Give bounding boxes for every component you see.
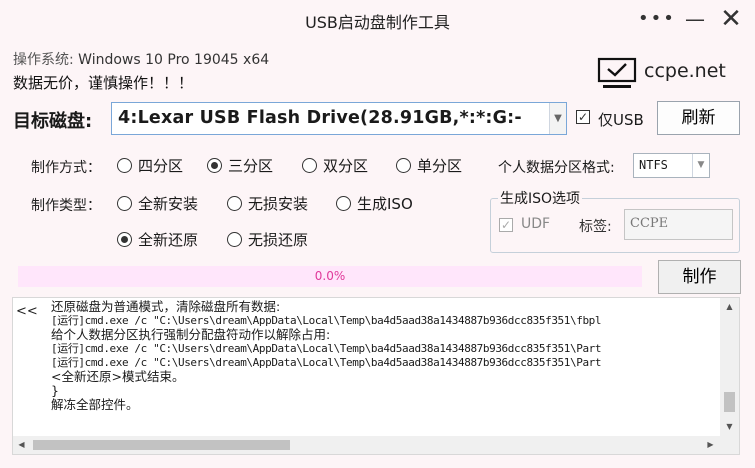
type-option-generate-iso[interactable]: 生成ISO — [336, 193, 413, 214]
log-line: <全新还原>模式结束。 — [51, 370, 185, 384]
refresh-button[interactable]: 刷新 — [657, 101, 740, 135]
usb-only-checkbox[interactable]: ✓ — [576, 110, 590, 124]
type-option-fresh-restore[interactable]: 全新还原 — [117, 229, 198, 250]
type-option-fresh-install[interactable]: 全新安装 — [117, 193, 198, 214]
radio-icon[interactable] — [336, 196, 351, 211]
radio-icon[interactable] — [117, 196, 132, 211]
log-area[interactable]: << 还原磁盘为普通模式，清除磁盘所有数据: [运行]cmd.exe /c "C:… — [12, 297, 740, 455]
iso-options-legend: 生成ISO选项 — [498, 188, 583, 208]
monitor-check-icon — [597, 57, 637, 88]
radio-selected-icon[interactable] — [117, 232, 132, 247]
radio-icon[interactable] — [302, 158, 317, 173]
target-disk-select[interactable]: 4:Lexar USB Flash Drive(28.91GB,*:*:G:- … — [111, 102, 567, 135]
type-label: 制作类型： — [31, 198, 101, 214]
mode-option-1part[interactable]: 单分区 — [396, 155, 462, 176]
mode-option-label: 双分区 — [323, 157, 369, 175]
log-line: [运行]cmd.exe /c "C:\Users\dream\AppData\L… — [51, 314, 602, 327]
radio-selected-icon[interactable] — [207, 158, 222, 173]
type-option-label: 全新安装 — [138, 195, 199, 213]
os-info: 操作系统: Windows 10 Pro 19045 x64 — [13, 49, 269, 69]
scroll-down-icon[interactable]: ▼ — [720, 418, 739, 435]
progress-text: 0.0% — [314, 269, 346, 283]
chevron-down-icon[interactable]: ▼ — [549, 103, 566, 134]
horizontal-scroll-thumb[interactable] — [33, 440, 290, 450]
title-bar[interactable]: USB启动盘制作工具 ••• — ✕ — [0, 0, 755, 40]
mode-option-label: 四分区 — [138, 157, 184, 175]
fs-value: NTFS — [639, 158, 668, 172]
make-button[interactable]: 制作 — [658, 260, 741, 294]
type-option-label: 无损安装 — [248, 195, 309, 213]
log-line: 给个人数据分区执行强制分配盘符动作以解除占用: — [51, 328, 331, 342]
radio-icon[interactable] — [227, 232, 242, 247]
os-value: Windows 10 Pro 19045 x64 — [78, 52, 270, 68]
log-line: } — [51, 384, 59, 398]
type-option-label: 生成ISO — [357, 195, 413, 213]
tag-label: 标签: — [579, 219, 612, 235]
mode-option-label: 三分区 — [228, 157, 274, 175]
scroll-up-icon[interactable]: ▲ — [720, 298, 739, 315]
log-line: [运行]cmd.exe /c "C:\Users\dream\AppData\L… — [51, 356, 602, 369]
log-lines: 还原磁盘为普通模式，清除磁盘所有数据: [运行]cmd.exe /c "C:\Us… — [51, 300, 721, 412]
radio-icon[interactable] — [117, 158, 132, 173]
fs-label: 个人数据分区格式: — [498, 160, 615, 176]
mode-option-2part[interactable]: 双分区 — [302, 155, 368, 176]
vertical-scroll-thumb[interactable] — [724, 392, 735, 412]
log-line: 解冻全部控件。 — [51, 398, 139, 412]
os-label: 操作系统: — [13, 52, 74, 68]
mode-option-label: 单分区 — [417, 157, 463, 175]
type-option-label: 无损还原 — [248, 231, 309, 249]
horizontal-scrollbar[interactable]: ◀ ▶ — [13, 436, 739, 454]
udf-label: UDF — [521, 216, 551, 232]
fs-select[interactable]: NTFS ▼ — [633, 153, 710, 178]
radio-icon[interactable] — [227, 196, 242, 211]
tag-input[interactable]: CCPE — [624, 209, 733, 240]
target-disk-label: 目标磁盘: — [13, 111, 93, 132]
usb-only-label[interactable]: 仅USB — [598, 109, 644, 130]
target-disk-value: 4:Lexar USB Flash Drive(28.91GB,*:*:G:- — [118, 108, 522, 128]
type-option-lossless-restore[interactable]: 无损还原 — [227, 229, 308, 250]
vertical-scrollbar[interactable]: ▲ ▼ — [720, 298, 739, 436]
scroll-left-icon[interactable]: ◀ — [13, 436, 30, 454]
warning-text: 数据无价，谨慎操作！！！ — [13, 74, 194, 92]
tag-value: CCPE — [630, 216, 669, 231]
type-option-label: 全新还原 — [138, 231, 199, 249]
type-option-lossless-install[interactable]: 无损安装 — [227, 193, 308, 214]
chevron-down-icon[interactable]: ▼ — [692, 154, 709, 177]
udf-checkbox[interactable]: ✓ — [499, 218, 513, 232]
more-dots-icon[interactable]: ••• — [638, 4, 674, 34]
radio-icon[interactable] — [396, 158, 411, 173]
progress-bar: 0.0% — [18, 266, 642, 287]
close-icon[interactable]: ✕ — [714, 4, 748, 34]
mode-option-3part[interactable]: 三分区 — [207, 155, 273, 176]
log-line: 还原磁盘为普通模式，清除磁盘所有数据: — [51, 300, 281, 314]
minimize-icon[interactable]: — — [678, 4, 712, 34]
logo-text: ccpe.net — [644, 60, 726, 82]
scroll-right-icon[interactable]: ▶ — [702, 436, 719, 454]
mode-option-4part[interactable]: 四分区 — [117, 155, 183, 176]
mode-label: 制作方式： — [31, 160, 101, 176]
log-prefix: << — [16, 304, 38, 319]
log-line: [运行]cmd.exe /c "C:\Users\dream\AppData\L… — [51, 342, 602, 355]
